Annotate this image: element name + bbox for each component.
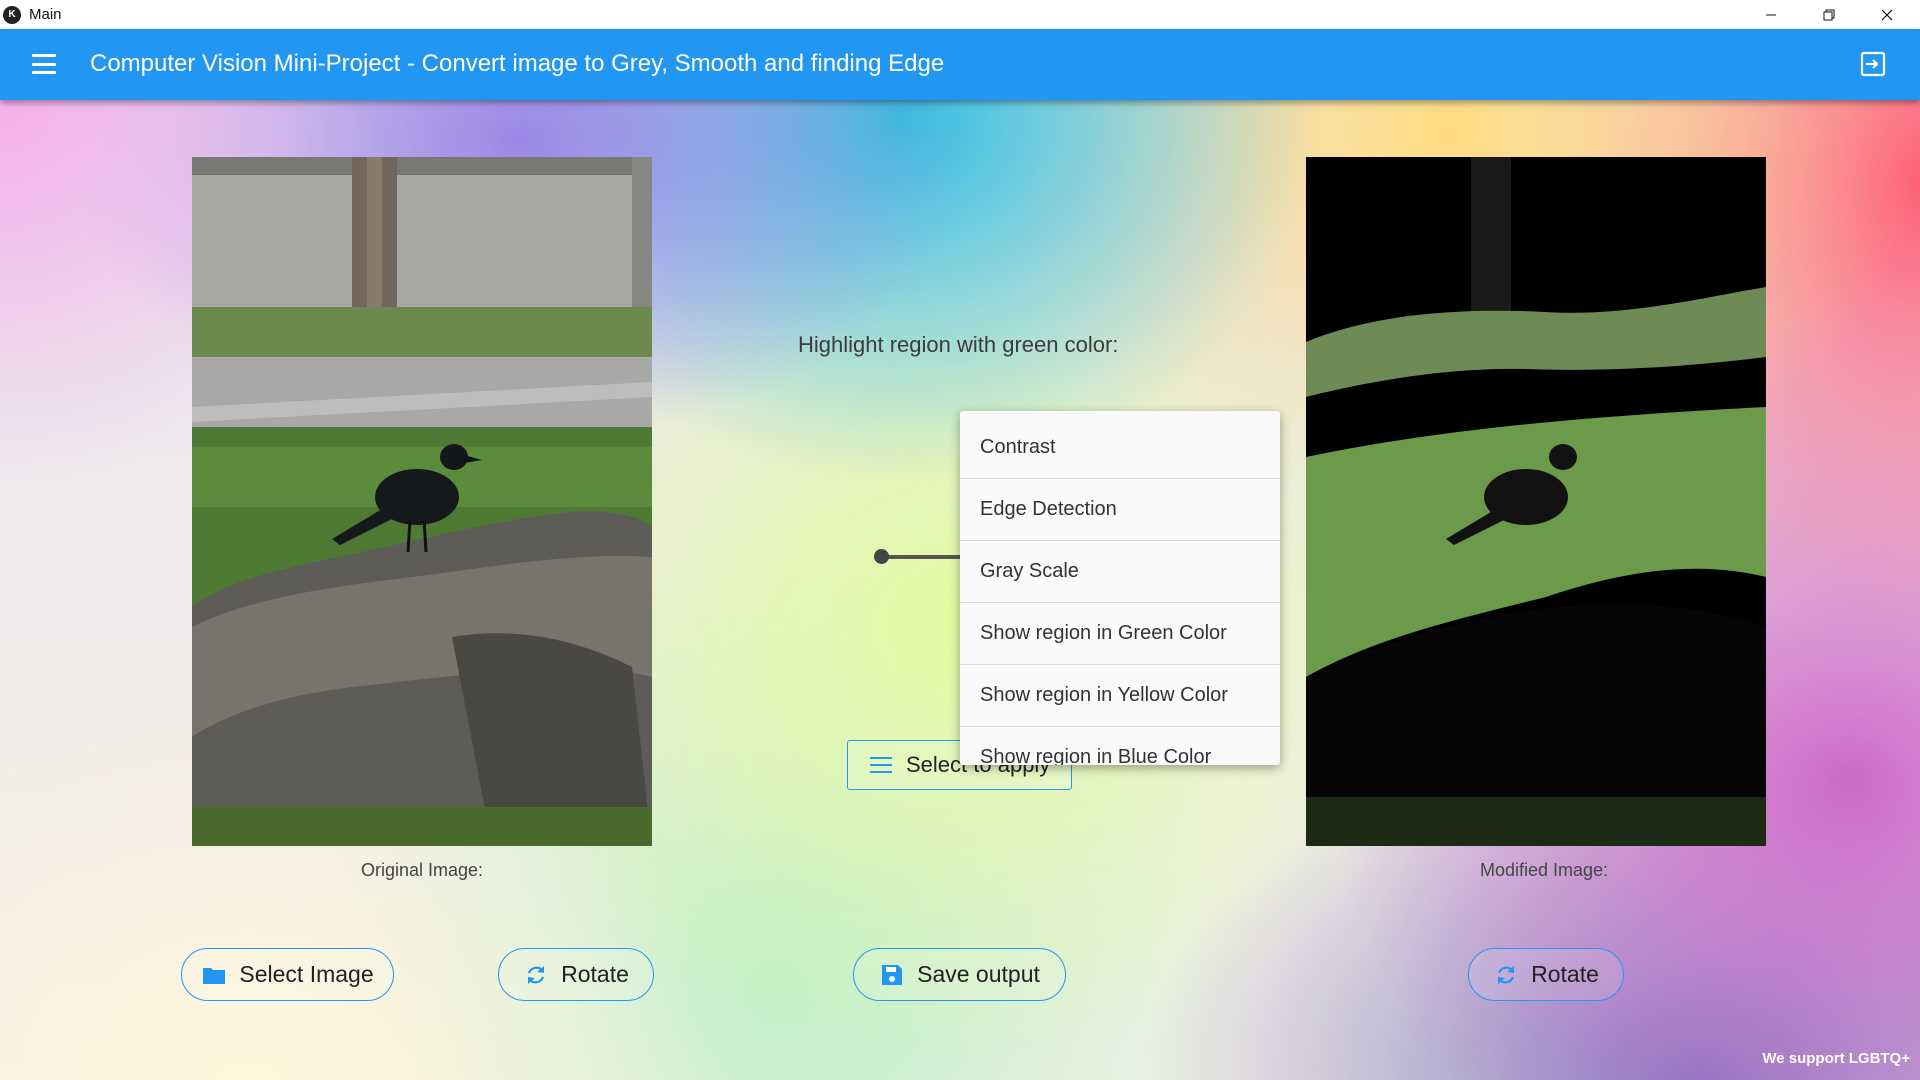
rotate-original-label: Rotate: [561, 961, 629, 987]
slider-thumb[interactable]: [874, 549, 889, 564]
footer-note: We support LGBTQ+: [1762, 1050, 1910, 1067]
restore-icon: [1823, 9, 1835, 20]
window-title-bar: K Main: [0, 0, 1920, 29]
rotate-modified-label: Rotate: [1531, 961, 1599, 987]
window-title: Main: [29, 6, 62, 23]
folder-icon: [203, 967, 226, 984]
filter-dropdown-menu: Contrast Edge Detection Gray Scale Show …: [960, 411, 1280, 765]
restore-button[interactable]: [1800, 0, 1858, 29]
minimize-button[interactable]: [1742, 0, 1800, 29]
original-image-caption: Original Image:: [360, 860, 484, 880]
rotate-original-button[interactable]: Rotate: [498, 948, 654, 1001]
save-output-button[interactable]: Save output: [853, 948, 1066, 1001]
menu-item-gray-scale[interactable]: Gray Scale: [960, 541, 1280, 603]
close-icon: [1881, 9, 1893, 20]
rotate-modified-button[interactable]: Rotate: [1468, 948, 1624, 1001]
exit-icon[interactable]: [1860, 51, 1886, 77]
app-bar: Computer Vision Mini-Project - Convert i…: [0, 29, 1920, 100]
slider-track[interactable]: [880, 555, 960, 559]
menu-item-green-region[interactable]: Show region in Green Color: [960, 603, 1280, 665]
menu-item-edge-detection[interactable]: Edge Detection: [960, 479, 1280, 541]
menu-item-yellow-region[interactable]: Show region in Yellow Color: [960, 665, 1280, 727]
menu-item-contrast[interactable]: Contrast: [960, 417, 1280, 479]
save-icon: [882, 964, 903, 985]
app-logo-icon: K: [3, 5, 21, 24]
menu-icon[interactable]: [30, 51, 58, 77]
modified-image-caption: Modified Image:: [1479, 860, 1609, 880]
menu-item-blue-region[interactable]: Show region in Blue Color: [960, 727, 1280, 765]
select-image-button[interactable]: Select Image: [181, 948, 394, 1001]
rotate-icon: [528, 965, 545, 984]
save-output-label: Save output: [917, 961, 1040, 987]
list-icon: [870, 757, 892, 773]
close-button[interactable]: [1858, 0, 1916, 29]
highlight-label: Highlight region with green color:: [798, 332, 1119, 357]
select-image-label: Select Image: [239, 961, 374, 987]
minimize-icon: [1766, 14, 1776, 15]
app-title: Computer Vision Mini-Project - Convert i…: [90, 50, 945, 77]
modified-image: [1306, 157, 1766, 846]
rotate-icon: [1498, 965, 1515, 984]
original-image: [192, 157, 652, 846]
